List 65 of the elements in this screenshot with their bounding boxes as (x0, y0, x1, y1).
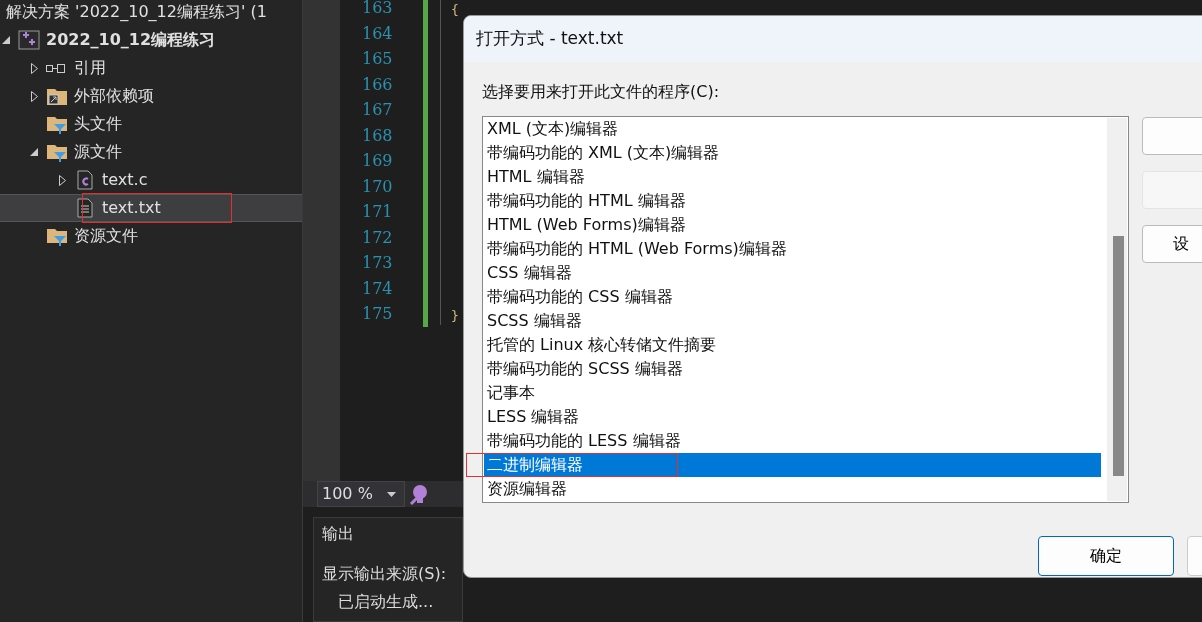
caret-icon (386, 491, 396, 497)
list-item[interactable]: LESS 编辑器 (484, 405, 1101, 429)
dialog-button[interactable]: 设 (1142, 225, 1202, 263)
references-icon (46, 63, 65, 73)
line-number: 165 (362, 51, 394, 70)
line-number: 173 (362, 255, 394, 274)
line-number: 174 (362, 280, 394, 300)
tree-item[interactable]: text.txt (0, 194, 302, 222)
panel-title: 输出 (321, 523, 355, 545)
list-item[interactable]: SCSS 编辑器 (484, 309, 1101, 333)
list-item[interactable]: XML (文本)编辑器 (484, 117, 1101, 141)
panel-title: 解决方案 '2022_10_12编程练习' (1 (5, 1, 268, 23)
tree-item[interactable]: text.c (0, 166, 302, 194)
line-number: 170 (362, 178, 394, 198)
code-text: } (451, 306, 460, 325)
filter-folder-icon (46, 142, 68, 162)
line-number: 166 (362, 76, 394, 96)
list-item[interactable]: 资源编辑器 (484, 477, 1101, 501)
expand-arrow-icon[interactable] (30, 62, 38, 74)
filter-folder-icon (46, 226, 68, 246)
expand-arrow-icon[interactable] (58, 174, 66, 186)
tree-item[interactable]: 外部依赖项 (0, 82, 302, 110)
output-line: 已启动生成... (337, 591, 435, 613)
dialog-title: 打开方式 - text.txt (476, 27, 624, 51)
line-number: 168 (362, 127, 394, 147)
project-icon (18, 30, 40, 50)
scrollbar[interactable] (1107, 118, 1127, 501)
code-text: { (451, 1, 460, 19)
output-source-label: 显示输出来源(S): (321, 563, 448, 585)
tree-item[interactable]: 资源文件 (0, 222, 302, 250)
line-number: 167 (362, 102, 394, 121)
list-item[interactable]: 带编码功能的 CSS 编辑器 (484, 285, 1101, 309)
list-item[interactable]: 带编码功能的 HTML 编辑器 (484, 189, 1101, 213)
lightbulb-icon[interactable] (409, 482, 429, 506)
line-number: 171 (362, 204, 394, 223)
list-item[interactable]: HTML 编辑器 (484, 165, 1101, 189)
list-item[interactable]: 带编码功能的 LESS 编辑器 (484, 429, 1101, 453)
list-item[interactable]: HTML (Web Forms)编辑器 (484, 213, 1101, 237)
ok-button[interactable]: 确定 (1038, 536, 1174, 576)
filter-folder-icon (46, 114, 68, 134)
folder-icon (46, 86, 68, 106)
line-number: 163 (362, 0, 394, 19)
line-number: 164 (362, 25, 394, 45)
tree-item[interactable]: 2022_10_12编程练习 (0, 26, 302, 54)
c-file-icon (74, 170, 96, 190)
line-number: 169 (362, 153, 394, 172)
list-item[interactable]: 托管的 Linux 核心转储文件摘要 (484, 333, 1101, 357)
list-item[interactable]: 带编码功能的 XML (文本)编辑器 (484, 141, 1101, 165)
list-item[interactable]: 带编码功能的 HTML (Web Forms)编辑器 (484, 237, 1101, 261)
list-item[interactable]: 记事本 (484, 381, 1101, 405)
program-list[interactable] (482, 116, 1129, 503)
tree-item[interactable]: 引用 (0, 54, 302, 82)
line-number: 172 (362, 229, 394, 249)
dialog-prompt: 选择要用来打开此文件的程序(C): (481, 81, 721, 103)
zoom-dropdown[interactable]: 100 % (317, 481, 405, 507)
list-item[interactable]: CSS 编辑器 (484, 261, 1101, 285)
expand-arrow-icon[interactable] (30, 90, 38, 102)
expand-arrow-icon[interactable] (30, 148, 38, 156)
tree-item[interactable]: 头文件 (0, 110, 302, 138)
expand-arrow-icon[interactable] (2, 36, 10, 44)
tree-item[interactable]: 源文件 (0, 138, 302, 166)
list-item[interactable]: 带编码功能的 SCSS 编辑器 (484, 357, 1101, 381)
scroll-thumb[interactable] (1113, 236, 1124, 476)
line-number: 175 (362, 306, 394, 325)
list-item[interactable]: 二进制编辑器 (484, 453, 1101, 477)
